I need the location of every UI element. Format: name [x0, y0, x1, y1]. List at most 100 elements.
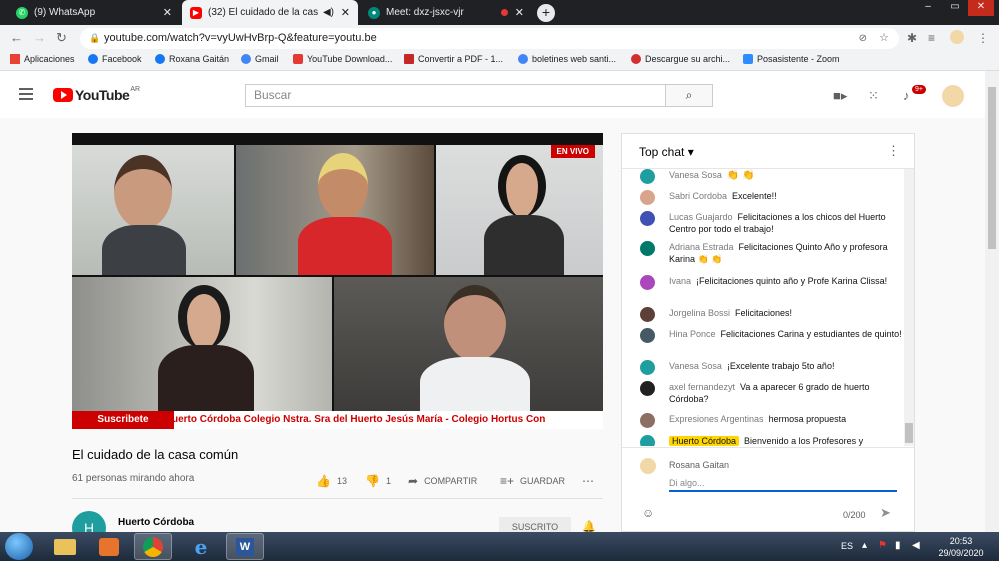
share-label: COMPARTIR — [424, 476, 478, 486]
page-scrollbar[interactable] — [985, 71, 999, 532]
youtube-logo[interactable]: YouTube AR — [53, 86, 140, 103]
bookmark-youtube-download[interactable]: YouTube Download... — [293, 54, 392, 64]
forward-icon[interactable]: → — [33, 30, 46, 45]
facebook-icon — [155, 54, 165, 64]
tab-whatsapp[interactable]: ✆ (9) WhatsApp ✕ — [8, 0, 180, 25]
bookmark-label: Facebook — [102, 54, 142, 64]
back-icon[interactable]: ← — [10, 30, 23, 45]
chat-author[interactable]: Jorgelina Bossi — [669, 308, 730, 318]
channel-name[interactable]: Huerto Córdoba — [118, 517, 194, 528]
browser-toolbar: ← → ↻ 🔒 youtube.com/watch?v=vyUwHvBrp-Q&… — [0, 25, 999, 51]
chat-owner-badge[interactable]: Huerto Córdoba — [669, 436, 740, 446]
tab-youtube[interactable]: ▶ (32) El cuidado de la casa co... ◀) ✕ — [182, 0, 358, 25]
volume-icon[interactable]: ◀ — [912, 540, 920, 551]
chat-scrollbar[interactable] — [904, 169, 914, 446]
chat-composer: Rosana Gaitan Di algo... ☺ 0/200 ➤ — [622, 447, 914, 531]
save-button[interactable]: ≡+ GUARDAR — [500, 474, 565, 488]
bookmark-label: Gmail — [255, 54, 279, 64]
divider — [72, 498, 603, 499]
chat-text: ¡Excelente trabajo 5to año! — [726, 361, 835, 371]
language-indicator[interactable]: ES — [841, 541, 853, 551]
chat-author[interactable]: Vanesa Sosa — [669, 361, 722, 371]
menu-icon[interactable]: ⋮ — [977, 31, 989, 45]
send-icon[interactable]: ➤ — [880, 505, 891, 521]
close-window-button[interactable]: ✕ — [968, 0, 994, 16]
chat-author[interactable]: Lucas Guajardo — [669, 212, 733, 222]
bookmark-descargue[interactable]: Descargue su archi... — [631, 54, 730, 64]
avatar — [640, 211, 655, 226]
recording-icon — [501, 9, 508, 16]
lock-icon: 🔒 — [89, 33, 101, 43]
share-icon: ➦ — [408, 474, 419, 488]
notifications-bell-icon[interactable]: ♪ — [903, 88, 910, 103]
explorer-app[interactable] — [46, 533, 84, 560]
minimize-button[interactable]: – — [915, 0, 941, 16]
system-clock[interactable]: 20:53 29/09/2020 — [936, 535, 986, 559]
word-app[interactable]: W — [226, 533, 264, 560]
chat-author[interactable]: Hina Ponce — [669, 329, 716, 339]
notifications-badge: 9+ — [912, 85, 926, 94]
star-icon[interactable]: ☆ — [879, 28, 889, 49]
avatar[interactable] — [942, 85, 964, 107]
chat-author[interactable]: axel fernandezyt — [669, 382, 735, 392]
bookmark-pdf[interactable]: Convertir a PDF - 1... — [404, 54, 503, 64]
tab-meet[interactable]: ● Meet: dxz-jsxc-vjr ✕ — [360, 0, 532, 25]
more-actions-icon[interactable]: ⋯ — [582, 474, 594, 488]
chat-author[interactable]: Vanesa Sosa — [669, 170, 722, 180]
chat-user-name: Rosana Gaitan — [669, 460, 730, 470]
reload-icon[interactable]: ↻ — [56, 30, 67, 46]
chat-message: axel fernandezyt Va a aparecer 6 grado de… — [640, 381, 902, 405]
extensions-icon[interactable]: ✱ — [907, 31, 917, 45]
close-icon[interactable]: ✕ — [163, 6, 172, 19]
bookmark-apps[interactable]: Aplicaciones — [10, 54, 75, 64]
chat-message: Huerto Córdoba Bienvenido a los Profesore… — [640, 435, 902, 446]
profile-avatar[interactable] — [950, 30, 964, 44]
address-bar[interactable]: 🔒 youtube.com/watch?v=vyUwHvBrp-Q&featur… — [80, 28, 899, 49]
chat-author[interactable]: Expresiones Argentinas — [669, 414, 764, 424]
bookmark-gmail[interactable]: Gmail — [241, 54, 279, 64]
chat-message-list: Vanesa Sosa 👏 👏 Sabri Cordoba Excelente!! … — [622, 169, 904, 446]
chrome-icon — [143, 536, 163, 557]
bookmark-boletines[interactable]: boletines web santi... — [518, 54, 616, 64]
like-button[interactable]: 👍 13 — [316, 474, 347, 488]
apps-icon[interactable]: ⁙ — [868, 88, 879, 104]
chat-mode-selector[interactable]: Top chat ▾ — [639, 145, 694, 159]
speaker-icon[interactable]: ◀) — [323, 7, 334, 18]
more-options-icon[interactable]: ⋮ — [887, 143, 900, 159]
chat-message: Expresiones Argentinas hermosa propuesta — [640, 413, 902, 428]
start-button[interactable] — [5, 533, 33, 560]
hamburger-menu-icon[interactable] — [19, 88, 33, 100]
camera-blocked-icon[interactable]: ⊘ — [859, 28, 867, 49]
share-button[interactable]: ➦ COMPARTIR — [408, 474, 477, 488]
pdf-icon — [404, 54, 414, 64]
chrome-app[interactable] — [134, 533, 172, 560]
maximize-button[interactable]: ▭ — [942, 0, 968, 16]
chat-input[interactable]: Di algo... — [669, 476, 897, 492]
emoji-icon[interactable]: ☺ — [642, 506, 654, 520]
dislike-button[interactable]: 👎 1 — [365, 474, 391, 488]
bookmark-roxana[interactable]: Roxana Gaitán — [155, 54, 229, 64]
search-input[interactable]: Buscar — [245, 84, 666, 107]
internet-explorer-icon: e — [194, 534, 208, 559]
network-icon[interactable]: ▮ — [895, 540, 901, 551]
bookmark-zoom[interactable]: Posasistente - Zoom — [743, 54, 840, 64]
chat-message: Lucas Guajardo Felicitaciones a los chico… — [640, 211, 902, 235]
facebook-icon — [88, 54, 98, 64]
video-player[interactable]: EN VIVO Suscribete uerto Córdoba Colegio… — [72, 133, 603, 429]
chat-author[interactable]: Ivana — [669, 276, 691, 286]
chat-author[interactable]: Sabri Cordoba — [669, 191, 727, 201]
search-button[interactable]: ⌕ — [666, 84, 713, 107]
apps-grid-icon — [10, 54, 20, 64]
new-tab-button[interactable]: + — [537, 4, 555, 22]
media-app[interactable] — [90, 533, 128, 560]
chat-author[interactable]: Adriana Estrada — [669, 242, 734, 252]
chat-text: Excelente!! — [732, 191, 777, 201]
bookmark-facebook[interactable]: Facebook — [88, 54, 142, 64]
close-icon[interactable]: ✕ — [341, 6, 350, 19]
flag-icon[interactable]: ⚑ — [878, 540, 887, 551]
tray-expand-icon[interactable]: ▴ — [862, 540, 867, 551]
reading-list-icon[interactable]: ≡ — [928, 31, 935, 45]
create-video-icon[interactable]: ■▸ — [833, 88, 847, 104]
close-icon[interactable]: ✕ — [515, 6, 524, 19]
ie-app[interactable]: e — [182, 533, 220, 560]
